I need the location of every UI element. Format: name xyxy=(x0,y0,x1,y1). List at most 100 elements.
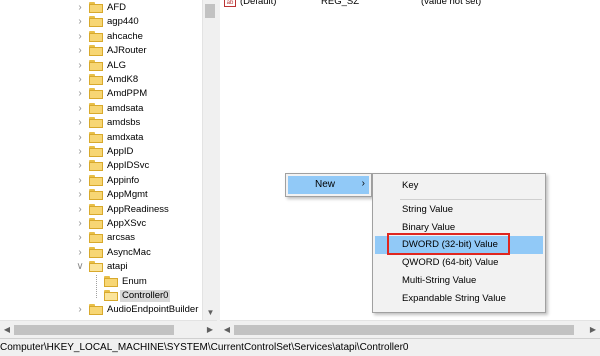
tree-item-amdxata[interactable]: › amdxata xyxy=(0,131,202,145)
tree-item-atapi[interactable]: ∨ atapi xyxy=(0,260,202,274)
chevron-right-icon[interactable]: › xyxy=(76,102,84,116)
chevron-right-icon[interactable]: › xyxy=(76,73,84,87)
tree-item-arcsas[interactable]: › arcsas xyxy=(0,231,202,245)
tree-item-label: AppID xyxy=(107,146,134,157)
tree-item-label: AppMgmt xyxy=(107,189,148,200)
tree-item-label: AJRouter xyxy=(107,45,147,56)
value-name: (Default) xyxy=(240,0,277,7)
chevron-right-icon[interactable]: › xyxy=(76,30,84,44)
tree-item-enum[interactable]: Enum xyxy=(0,275,202,289)
folder-icon xyxy=(89,74,103,85)
value-type: REG_SZ xyxy=(321,0,360,7)
chevron-right-icon[interactable]: › xyxy=(76,217,84,231)
tree-item-label: agp440 xyxy=(107,16,139,27)
tree-item-label: AppReadiness xyxy=(107,204,169,215)
tree-item-ajrouter[interactable]: › AJRouter xyxy=(0,44,202,58)
tree-item-label: arcsas xyxy=(107,232,135,243)
annotation-highlight-box xyxy=(387,233,510,255)
tree-horizontal-scrollbar[interactable]: ◀ ▶ xyxy=(0,320,217,339)
chevron-right-icon[interactable]: › xyxy=(76,87,84,101)
tree-item-appinfo[interactable]: › Appinfo xyxy=(0,174,202,188)
tree-item-controller0[interactable]: Controller0 xyxy=(0,289,202,303)
tree-item-label: ahcache xyxy=(107,31,143,42)
value-row-default[interactable]: ab (Default) REG_SZ (value not set) xyxy=(220,0,600,9)
scroll-right-arrow-icon[interactable]: ▶ xyxy=(587,323,599,337)
folder-icon xyxy=(89,60,103,71)
tree-vertical-scrollbar[interactable]: ▼ xyxy=(202,0,218,320)
chevron-right-icon[interactable]: › xyxy=(76,188,84,202)
folder-icon xyxy=(89,146,103,157)
menu-item-label: Expandable String Value xyxy=(402,293,506,304)
menu-item-key[interactable]: Key xyxy=(375,177,543,195)
tree-item-label: AppIDSvc xyxy=(107,160,150,171)
tree-item-agp440[interactable]: › agp440 xyxy=(0,15,202,29)
tree-item-label: AmdPPM xyxy=(107,88,148,99)
values-horizontal-scrollbar[interactable]: ◀ ▶ xyxy=(220,320,600,339)
chevron-right-icon[interactable]: › xyxy=(76,145,84,159)
menu-item-label: String Value xyxy=(402,204,454,215)
folder-icon xyxy=(89,189,103,200)
tree-guide-line xyxy=(96,275,98,298)
tree-item-appidsvc[interactable]: › AppIDSvc xyxy=(0,159,202,173)
menu-item-multi-string-value[interactable]: Multi-String Value xyxy=(375,272,543,290)
chevron-right-icon[interactable]: › xyxy=(76,15,84,29)
tree-item-appreadiness[interactable]: › AppReadiness xyxy=(0,203,202,217)
tree-item-audioendpointbuilder[interactable]: › AudioEndpointBuilder xyxy=(0,303,202,317)
status-bar: Computer\HKEY_LOCAL_MACHINE\SYSTEM\Curre… xyxy=(0,338,600,356)
folder-icon xyxy=(89,117,103,128)
context-menu: New › xyxy=(285,173,372,197)
tree-item-amdk8[interactable]: › AmdK8 xyxy=(0,73,202,87)
tree-item-appid[interactable]: › AppID xyxy=(0,145,202,159)
tree-item-label: amdsbs xyxy=(107,117,141,128)
scroll-right-arrow-icon[interactable]: ▶ xyxy=(204,323,216,337)
chevron-right-icon[interactable]: › xyxy=(76,174,84,188)
chevron-right-icon[interactable]: › xyxy=(76,44,84,58)
chevron-right-icon[interactable]: › xyxy=(76,1,84,15)
scroll-down-arrow-icon[interactable]: ▼ xyxy=(203,306,218,320)
folder-icon xyxy=(89,88,103,99)
tree-item-label: amdsata xyxy=(107,103,144,114)
folder-icon xyxy=(89,175,103,186)
chevron-right-icon[interactable]: › xyxy=(76,231,84,245)
menu-item-new[interactable]: New › xyxy=(288,176,369,194)
chevron-right-icon[interactable]: › xyxy=(76,131,84,145)
menu-item-expandable-string-value[interactable]: Expandable String Value xyxy=(375,290,543,308)
registry-tree[interactable]: › AFD › agp440 › ahcache › AJRouter › AL… xyxy=(0,0,202,320)
menu-item-qword-value[interactable]: QWORD (64-bit) Value xyxy=(375,254,543,272)
folder-icon xyxy=(89,160,103,171)
tree-item-alg[interactable]: › ALG xyxy=(0,59,202,73)
tree-item-amdsata[interactable]: › amdsata xyxy=(0,102,202,116)
tree-item-label: AppXSvc xyxy=(107,218,147,229)
string-value-icon: ab xyxy=(224,0,236,7)
chevron-right-icon[interactable]: › xyxy=(76,303,84,317)
chevron-right-icon[interactable]: › xyxy=(76,159,84,173)
chevron-right-icon[interactable]: › xyxy=(76,116,84,130)
tree-item-amdsbs[interactable]: › amdsbs xyxy=(0,116,202,130)
tree-item-asyncmac[interactable]: › AsyncMac xyxy=(0,246,202,260)
tree-item-afd[interactable]: › AFD xyxy=(0,1,202,15)
chevron-right-icon[interactable]: › xyxy=(76,59,84,73)
menu-item-label: Key xyxy=(402,180,419,191)
scroll-left-arrow-icon[interactable]: ◀ xyxy=(221,323,233,337)
scrollbar-thumb[interactable] xyxy=(205,4,215,18)
menu-item-string-value[interactable]: String Value xyxy=(375,201,543,219)
scrollbar-thumb[interactable] xyxy=(234,325,574,335)
folder-icon xyxy=(89,232,103,243)
tree-item-appxsvc[interactable]: › AppXSvc xyxy=(0,217,202,231)
menu-item-label: Multi-String Value xyxy=(402,275,477,286)
folder-icon xyxy=(89,31,103,42)
folder-icon xyxy=(89,204,103,215)
menu-item-label: Binary Value xyxy=(402,222,456,233)
chevron-down-icon[interactable]: ∨ xyxy=(76,260,84,274)
scrollbar-thumb[interactable] xyxy=(14,325,174,335)
folder-icon xyxy=(89,261,103,272)
scroll-left-arrow-icon[interactable]: ◀ xyxy=(1,323,13,337)
tree-item-amdppm[interactable]: › AmdPPM xyxy=(0,87,202,101)
tree-item-appmgmt[interactable]: › AppMgmt xyxy=(0,188,202,202)
chevron-right-icon[interactable]: › xyxy=(76,246,84,260)
folder-icon xyxy=(89,103,103,114)
registry-path: Computer\HKEY_LOCAL_MACHINE\SYSTEM\Curre… xyxy=(0,342,409,353)
tree-item-ahcache[interactable]: › ahcache xyxy=(0,30,202,44)
folder-icon xyxy=(89,218,103,229)
chevron-right-icon[interactable]: › xyxy=(76,203,84,217)
